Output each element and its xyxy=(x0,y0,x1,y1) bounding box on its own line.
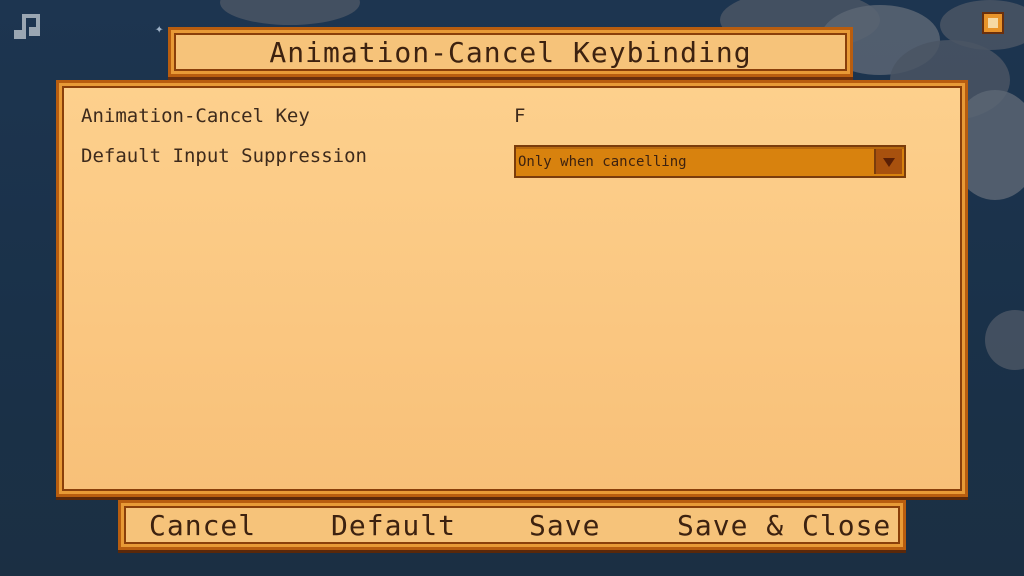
dropdown-selected-value: Only when cancelling xyxy=(518,154,687,170)
default-button[interactable]: Default xyxy=(331,509,456,542)
animation-cancel-key-label: Animation-Cancel Key xyxy=(81,105,310,127)
star: ✦ xyxy=(155,21,164,37)
animation-cancel-key-value[interactable]: F xyxy=(514,105,525,127)
cloud xyxy=(985,310,1024,370)
save-and-close-button[interactable]: Save & Close xyxy=(677,509,891,542)
title-banner: Animation-Cancel Keybinding xyxy=(168,27,853,77)
fullscreen-icon[interactable] xyxy=(984,14,1002,32)
triangle-down-icon[interactable] xyxy=(874,149,902,174)
cancel-button[interactable]: Cancel xyxy=(149,509,256,542)
music-note-icon[interactable] xyxy=(10,10,46,42)
cloud xyxy=(220,0,360,25)
button-bar: Cancel Default Save Save & Close xyxy=(118,500,906,550)
input-suppression-dropdown[interactable]: Only when cancelling xyxy=(514,145,906,178)
page-title: Animation-Cancel Keybinding xyxy=(269,35,752,69)
settings-panel: Animation-Cancel Key F Default Input Sup… xyxy=(56,80,968,497)
input-suppression-label: Default Input Suppression xyxy=(81,145,367,167)
save-button[interactable]: Save xyxy=(529,509,600,542)
